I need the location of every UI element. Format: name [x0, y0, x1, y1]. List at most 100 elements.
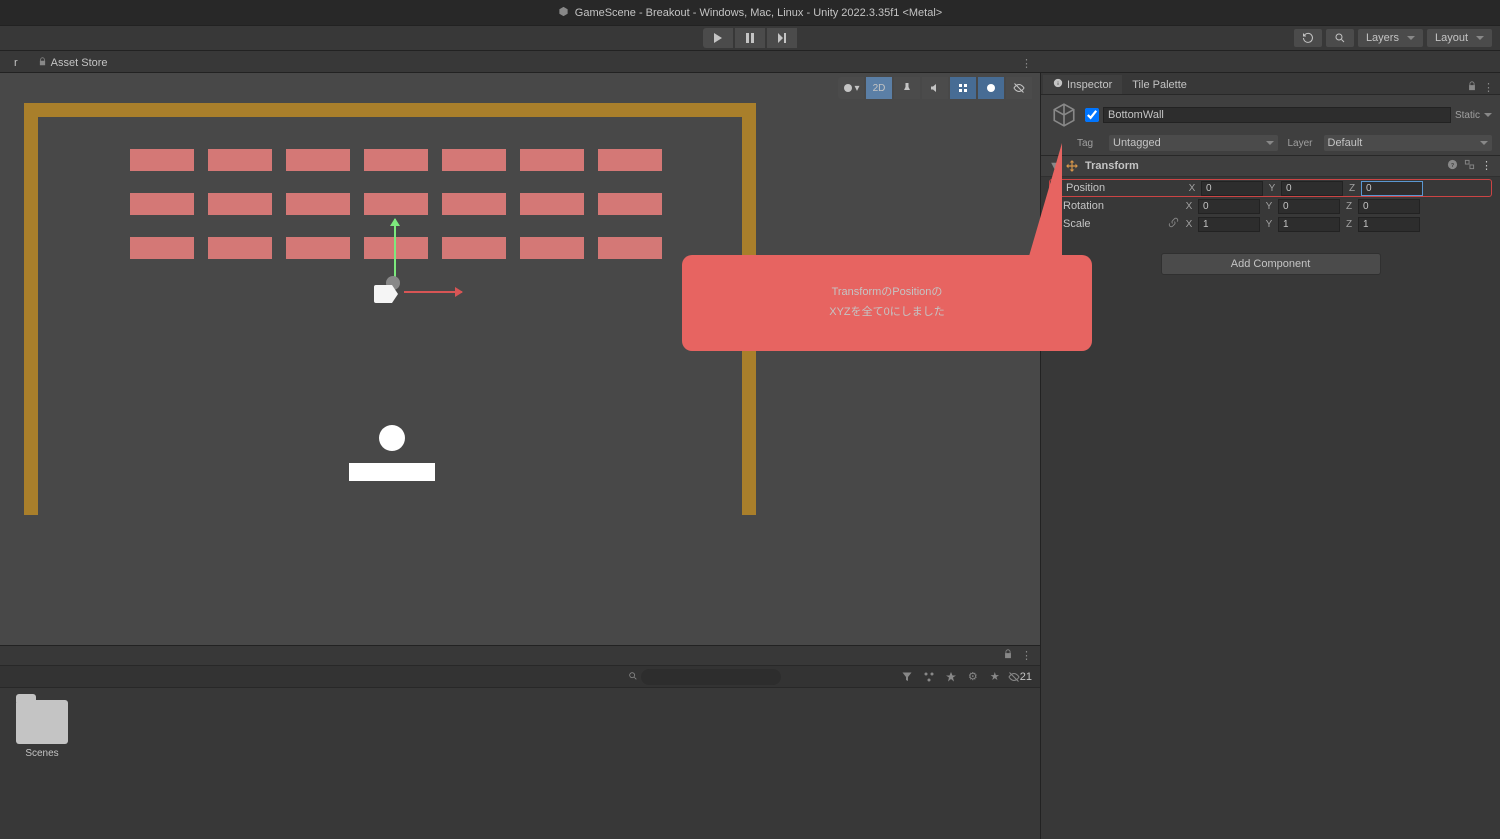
context-menu-icon[interactable]: ⋮	[1481, 159, 1492, 173]
tile-palette-tab[interactable]: Tile Palette	[1122, 76, 1197, 94]
scene-view[interactable]: ⋮ ▾ 2D	[0, 73, 1040, 646]
axis-x-label: X	[1185, 183, 1199, 194]
axis-y-label: Y	[1262, 201, 1276, 212]
position-row: Position X Y Z	[1049, 179, 1492, 197]
lock-icon	[38, 57, 47, 69]
inspector-panel: i Inspector Tile Palette ⋮	[1040, 73, 1500, 839]
favorite-icon[interactable]	[942, 668, 960, 686]
brick	[208, 193, 272, 215]
brick	[286, 149, 350, 171]
svg-text:?: ?	[1451, 163, 1454, 169]
brick	[364, 193, 428, 215]
scene-audio-toggle[interactable]	[922, 77, 948, 99]
scene-2d-toggle[interactable]: 2D	[866, 77, 892, 99]
callout-line-1: TransformのPositionの	[706, 283, 1068, 303]
main-tab-left[interactable]: r	[4, 54, 28, 72]
asset-store-tab[interactable]: Asset Store	[28, 54, 118, 72]
undo-history-button[interactable]	[1294, 29, 1322, 47]
scene-tabs-row: r Asset Store	[0, 51, 1500, 73]
brick	[598, 237, 662, 259]
brick	[130, 193, 194, 215]
search-button[interactable]	[1326, 29, 1354, 47]
project-folder-grid[interactable]: Scenes	[0, 688, 1040, 839]
window-titlebar: GameScene - Breakout - Windows, Mac, Lin…	[0, 0, 1500, 25]
add-component-button[interactable]: Add Component	[1161, 253, 1381, 275]
settings-icon[interactable]: ⚙	[964, 668, 982, 686]
tag-label: Tag	[1077, 138, 1105, 149]
chevron-down-icon	[1480, 141, 1488, 145]
scale-y-input[interactable]	[1278, 217, 1340, 232]
brick	[442, 237, 506, 259]
brick	[286, 193, 350, 215]
scene-visibility-toggle[interactable]	[1006, 77, 1032, 99]
position-x-input[interactable]	[1201, 181, 1263, 196]
scale-x-input[interactable]	[1198, 217, 1260, 232]
rotation-x-input[interactable]	[1198, 199, 1260, 214]
callout-pointer	[1027, 143, 1062, 263]
scenes-folder[interactable]: Scenes	[12, 700, 72, 759]
preset-icon[interactable]	[1464, 159, 1475, 173]
brick	[520, 193, 584, 215]
brick	[364, 149, 428, 171]
position-z-input[interactable]	[1361, 181, 1423, 196]
gameobject-cube-icon[interactable]	[1049, 100, 1079, 130]
context-menu-icon[interactable]: ⋮	[1021, 649, 1032, 662]
hierarchy-icon[interactable]	[920, 668, 938, 686]
gameobject-name-input[interactable]	[1103, 107, 1451, 123]
layout-dropdown[interactable]: Layout	[1427, 29, 1492, 47]
play-controls-bar: Layers Layout	[0, 25, 1500, 51]
step-button[interactable]	[767, 28, 797, 48]
static-dropdown[interactable]	[1484, 113, 1492, 117]
scene-fx-toggle[interactable]	[950, 77, 976, 99]
layer-label: Layer	[1288, 138, 1320, 149]
position-label: Position	[1052, 182, 1167, 194]
gizmo-x-axis[interactable]	[404, 291, 462, 293]
axis-z-label: Z	[1345, 183, 1359, 194]
context-menu-icon[interactable]: ⋮	[1021, 57, 1032, 70]
annotation-callout: TransformのPositionの XYZを全て0にしました	[682, 255, 1092, 351]
filter-icon[interactable]	[898, 668, 916, 686]
play-button[interactable]	[703, 28, 733, 48]
gameobject-active-checkbox[interactable]	[1085, 108, 1099, 122]
unity-logo-icon	[558, 6, 569, 20]
rotation-z-input[interactable]	[1358, 199, 1420, 214]
scene-canvas[interactable]	[24, 103, 756, 515]
scene-gizmos-toggle[interactable]	[978, 77, 1004, 99]
game-paddle	[349, 463, 435, 481]
lock-icon[interactable]	[1467, 81, 1477, 94]
brick	[598, 149, 662, 171]
rotation-y-input[interactable]	[1278, 199, 1340, 214]
position-y-input[interactable]	[1281, 181, 1343, 196]
star-icon[interactable]: ★	[986, 668, 1004, 686]
layer-dropdown[interactable]: Default	[1324, 135, 1493, 151]
scene-lighting-toggle[interactable]	[894, 77, 920, 99]
lock-icon[interactable]	[1003, 649, 1013, 662]
brick	[442, 193, 506, 215]
brick	[286, 237, 350, 259]
gizmo-y-axis[interactable]	[394, 219, 396, 277]
brick	[364, 237, 428, 259]
tag-dropdown[interactable]: Untagged	[1109, 135, 1278, 151]
project-search-input[interactable]	[641, 669, 781, 685]
transform-component-header[interactable]: ▼ Transform ? ⋮	[1041, 155, 1500, 177]
help-icon[interactable]: ?	[1447, 159, 1458, 173]
chevron-down-icon	[1476, 36, 1484, 40]
static-label: Static	[1455, 110, 1480, 121]
chevron-down-icon	[1407, 36, 1415, 40]
svg-text:i: i	[1057, 81, 1058, 86]
scene-camera-dropdown[interactable]: ▾	[838, 77, 864, 99]
layers-dropdown[interactable]: Layers	[1358, 29, 1423, 47]
axis-x-label: X	[1182, 219, 1196, 230]
inspector-tab[interactable]: i Inspector	[1043, 75, 1122, 94]
context-menu-icon[interactable]: ⋮	[1483, 81, 1494, 94]
brick	[208, 237, 272, 259]
pause-button[interactable]	[735, 28, 765, 48]
brick	[442, 149, 506, 171]
scale-row: Scale X Y Z	[1049, 215, 1492, 233]
scale-z-input[interactable]	[1358, 217, 1420, 232]
window-title: GameScene - Breakout - Windows, Mac, Lin…	[575, 7, 942, 19]
chevron-down-icon	[1266, 141, 1274, 145]
rotation-row: Rotation X Y Z	[1049, 197, 1492, 215]
scale-link-icon[interactable]	[1166, 217, 1180, 231]
hidden-items-button[interactable]: 21	[1008, 668, 1032, 686]
